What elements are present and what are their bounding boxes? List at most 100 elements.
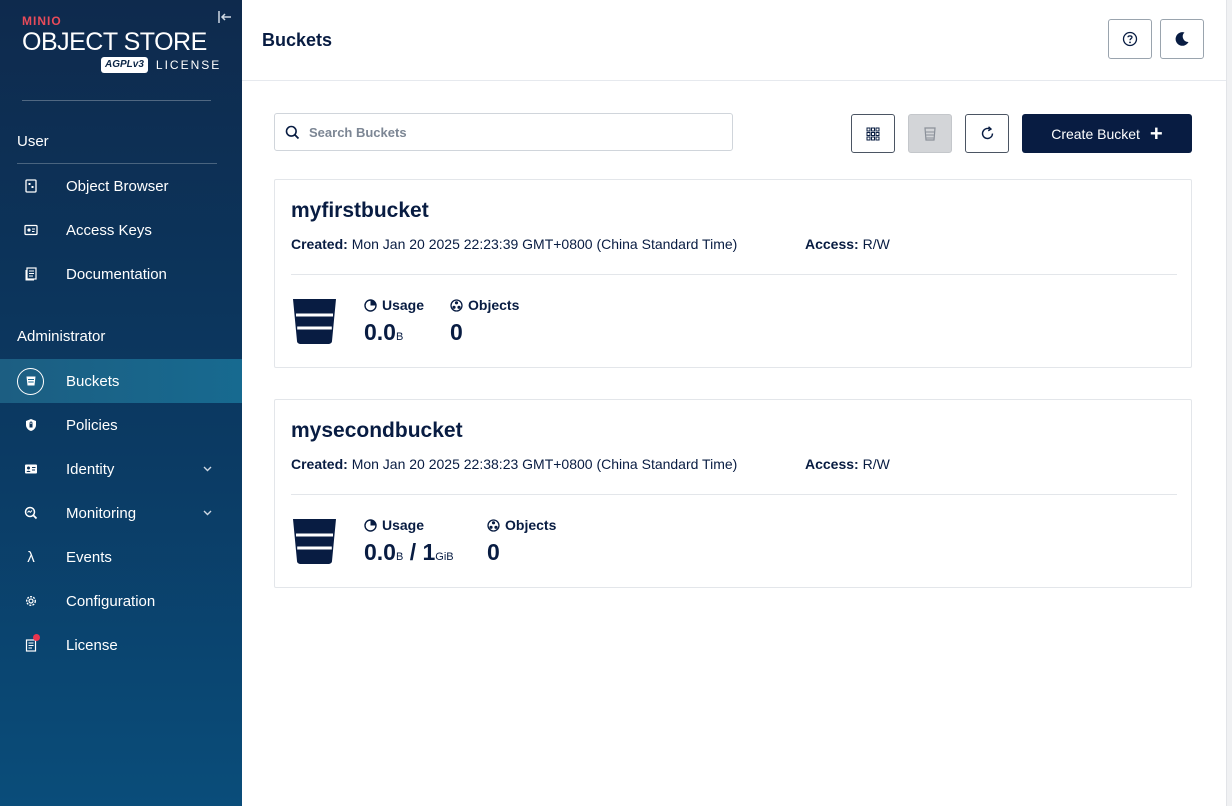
identity-icon (19, 457, 43, 481)
moon-icon (1175, 32, 1189, 46)
logo-divider (22, 100, 211, 101)
refresh-icon (981, 126, 993, 140)
sidebar-item-monitoring[interactable]: Monitoring (0, 491, 242, 535)
created-value: Mon Jan 20 2025 22:38:23 GMT+0800 (China… (351, 456, 738, 472)
dark-mode-button[interactable] (1160, 19, 1204, 59)
usage-stat: Usage 0.0B / 1GiB (364, 517, 454, 566)
quota-separator: / (403, 539, 423, 565)
page-title: Buckets (262, 30, 333, 50)
access-keys-icon (19, 218, 43, 242)
create-bucket-label: Create Bucket (1051, 125, 1140, 142)
sidebar-item-object-browser[interactable]: Object Browser (0, 164, 242, 208)
gear-icon (19, 589, 43, 613)
pie-chart-icon (364, 298, 377, 312)
bucket-card[interactable]: mysecondbucket Created: Mon Jan 20 2025 … (274, 399, 1192, 588)
chevron-down-icon[interactable] (203, 508, 212, 519)
bucket-access: Access: R/W (805, 456, 890, 472)
card-divider (291, 274, 1177, 275)
objects-icon (487, 518, 500, 532)
sidebar-item-label: Buckets (66, 372, 120, 390)
sidebar-item-configuration[interactable]: Configuration (0, 579, 242, 623)
sidebar-item-label: Monitoring (66, 504, 137, 522)
sidebar-item-label: Identity (66, 460, 115, 478)
sidebar-item-policies[interactable]: Policies (0, 403, 242, 447)
created-label: Created: (291, 456, 348, 472)
objects-icon (450, 298, 463, 312)
access-value: R/W (862, 236, 890, 252)
sidebar-item-identity[interactable]: Identity (0, 447, 242, 491)
sidebar-item-access-keys[interactable]: Access Keys (0, 208, 242, 252)
section-user: User (17, 133, 49, 150)
logo-license-text: LICENSE (155, 58, 222, 72)
section-administrator: Administrator (17, 328, 106, 345)
bucket-created: Created: Mon Jan 20 2025 22:23:39 GMT+08… (291, 236, 737, 252)
help-icon (1122, 31, 1138, 47)
bucket-card[interactable]: myfirstbucket Created: Mon Jan 20 2025 2… (274, 179, 1192, 368)
bucket-icon (293, 299, 336, 344)
sidebar-item-label: Configuration (66, 592, 156, 610)
logo-license-row: AGPLv3 LICENSE (101, 57, 221, 73)
policy-icon (19, 413, 43, 437)
sidebar-item-buckets[interactable]: Buckets (0, 359, 242, 403)
object-browser-icon (19, 174, 43, 198)
sidebar-item-documentation[interactable]: Documentation (0, 252, 242, 296)
objects-value: 0 (450, 319, 463, 345)
bucket-name-link[interactable]: mysecondbucket (291, 419, 463, 443)
create-bucket-button[interactable]: Create Bucket + (1022, 114, 1192, 153)
bucket-created: Created: Mon Jan 20 2025 22:38:23 GMT+08… (291, 456, 737, 472)
access-value: R/W (862, 456, 890, 472)
chevron-down-icon[interactable] (203, 464, 212, 475)
usage-value: 0.0 (364, 539, 396, 565)
minio-logo[interactable]: MINIO OBJECT STORE AGPLv3 LICENSE (22, 14, 222, 76)
lambda-icon: λ (27, 548, 35, 566)
sidebar-item-label: Object Browser (66, 177, 169, 195)
created-label: Created: (291, 236, 348, 252)
objects-label: Objects (505, 517, 557, 533)
access-label: Access: (805, 456, 859, 472)
refresh-button[interactable] (965, 114, 1009, 153)
sidebar-item-events[interactable]: λ Events (0, 535, 242, 579)
usage-label: Usage (382, 517, 425, 533)
sidebar-item-label: Documentation (66, 265, 167, 283)
documentation-icon (19, 262, 43, 286)
logo-product-text: OBJECT STORE (22, 28, 207, 56)
quota-value: 1 (422, 539, 436, 565)
grid-icon (866, 127, 880, 140)
usage-value: 0.0 (364, 319, 396, 345)
sidebar-item-label: Policies (66, 416, 118, 434)
sidebar-item-label: License (66, 636, 118, 654)
monitoring-icon (19, 501, 43, 525)
agpl-badge: AGPLv3 (101, 57, 148, 73)
sidebar-item-label: Access Keys (66, 221, 152, 239)
pie-chart-icon (364, 518, 377, 532)
grid-view-button[interactable] (851, 114, 895, 153)
objects-stat: Objects 0 (450, 297, 519, 346)
plus-icon: + (1149, 120, 1163, 146)
bucket-name-link[interactable]: myfirstbucket (291, 199, 429, 223)
sidebar-item-label: Events (66, 548, 112, 566)
help-button[interactable] (1108, 19, 1152, 59)
bucket-stack-icon (924, 126, 936, 141)
usage-label: Usage (382, 297, 425, 313)
sidebar-item-license[interactable]: License (0, 623, 242, 667)
logo-minio-text: MINIO (22, 14, 62, 28)
vertical-scrollbar[interactable] (1226, 0, 1232, 806)
objects-label: Objects (468, 297, 520, 313)
search-input[interactable] (309, 114, 719, 150)
card-divider (291, 494, 1177, 495)
sidebar: MINIO OBJECT STORE AGPLv3 LICENSE User O… (0, 0, 242, 806)
quota-unit: GiB (435, 551, 454, 563)
usage-unit: B (395, 331, 404, 343)
bucket-icon (17, 367, 44, 395)
manage-bucket-button[interactable] (908, 114, 952, 153)
page-header: Buckets (242, 0, 1226, 81)
bucket-access: Access: R/W (805, 236, 890, 252)
objects-value: 0 (487, 539, 500, 565)
search-icon (285, 125, 300, 140)
objects-stat: Objects 0 (487, 517, 556, 566)
collapse-sidebar-icon[interactable] (217, 10, 233, 26)
license-notification-dot (33, 634, 40, 641)
search-box (274, 113, 733, 151)
access-label: Access: (805, 236, 859, 252)
usage-stat: Usage 0.0B (364, 297, 424, 346)
